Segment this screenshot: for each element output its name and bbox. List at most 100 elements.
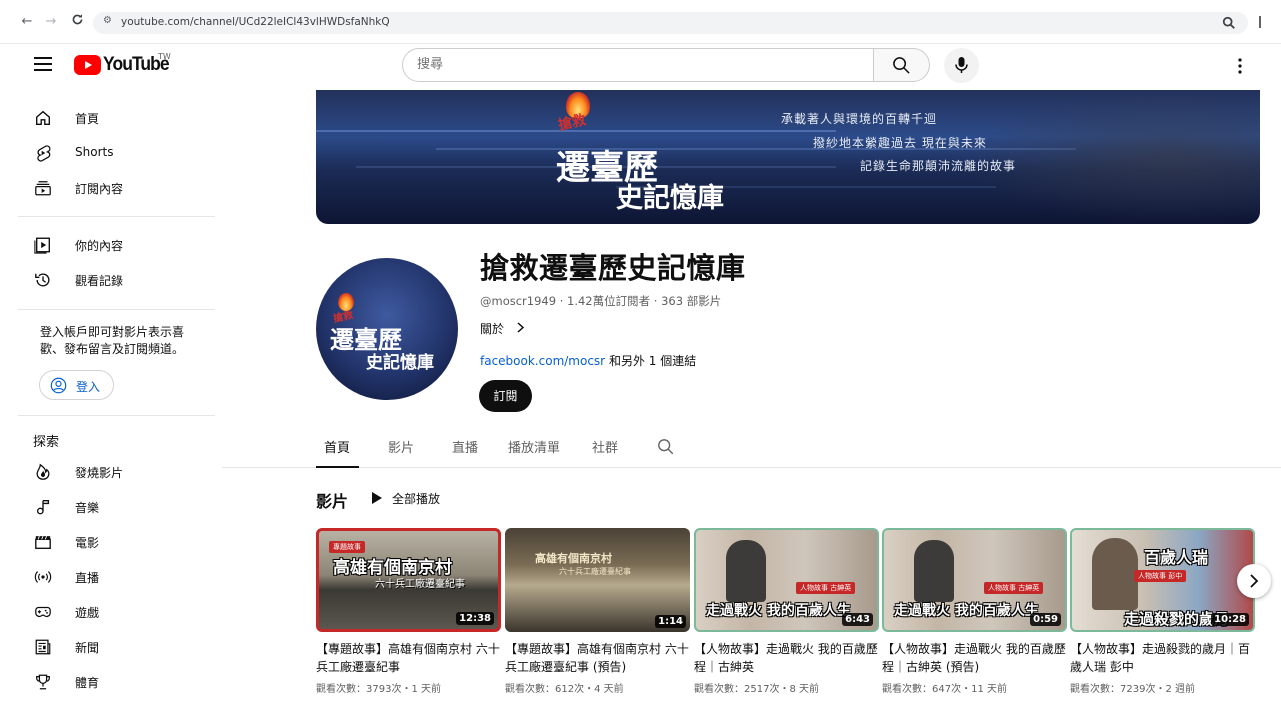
video-title[interactable]: 【人物故事】走過殺戮的歲月｜百歲人瑞 彭中 <box>1070 640 1255 676</box>
channel-banner: 搶救 遷臺歷 史記憶庫 承載著人與環境的百轉千迴 撥紗地本縈趣過去 現在與未來 … <box>316 90 1260 224</box>
forward-icon[interactable]: → <box>42 13 60 31</box>
video-duration: 10:28 <box>1211 613 1249 626</box>
sidebar-item-movies[interactable]: 電影 <box>0 527 222 557</box>
video-card[interactable]: 高雄有個南京村 六十兵工廠遷臺紀事 1:14 【專題故事】高雄有個南京村 六十兵… <box>505 528 690 695</box>
sidebar-item-history[interactable]: 觀看記錄 <box>0 265 222 295</box>
tab-community[interactable]: 社群 <box>592 437 618 456</box>
live-icon <box>34 571 52 583</box>
video-card[interactable]: 人物故事 古紳英 走過戰火 我的百歲人生 0:59 【人物故事】走過戰火 我的百… <box>882 528 1067 695</box>
video-meta: 觀看次數：612次・4 天前 <box>505 684 624 695</box>
video-duration: 0:59 <box>1030 613 1061 626</box>
video-card[interactable]: 人物故事 古紳英 走過戰火 我的百歲人生 6:43 【人物故事】走過戰火 我的百… <box>694 528 879 695</box>
signin-prompt: 登入帳戶即可對影片表示喜歡、發布留言及訂閱頻道。 <box>40 325 185 356</box>
sidebar-item-sports[interactable]: 體育 <box>0 667 222 697</box>
sports-icon <box>36 674 50 690</box>
shorts-icon <box>37 145 51 162</box>
reload-icon[interactable] <box>68 13 86 31</box>
video-card[interactable]: 人物故事 彭中 百歲人瑞 走過殺戮的歲月 10:28 【人物故事】走過殺戮的歲月… <box>1070 528 1255 695</box>
thumb-tag: 人物故事 古紳英 <box>984 582 1044 594</box>
active-tab-indicator <box>316 466 359 468</box>
chevron-right-icon <box>516 322 525 336</box>
gaming-icon <box>35 606 51 618</box>
video-title[interactable]: 【人物故事】走過戰火 我的百歲歷程｜古紳英 (預告) <box>882 640 1067 676</box>
search-box[interactable] <box>402 48 874 82</box>
sidebar-item-shorts[interactable]: Shorts <box>0 138 222 168</box>
shelf-next-button[interactable] <box>1237 564 1271 598</box>
banner-slogan-1: 承載著人與環境的百轉千迴 <box>781 112 938 126</box>
video-duration: 12:38 <box>456 612 494 625</box>
tab-videos[interactable]: 影片 <box>388 437 414 456</box>
sidebar-divider <box>18 309 215 310</box>
video-meta: 觀看次數：2517次・8 天前 <box>694 684 819 695</box>
video-title[interactable]: 【人物故事】走過戰火 我的百歲歷程｜古紳英 <box>694 640 879 676</box>
address-bar[interactable]: ⚙ youtube.com/channel/UCd22leICl43vlHWDs… <box>93 12 1248 34</box>
guide-menu-icon[interactable] <box>34 57 52 71</box>
sidebar-item-trending[interactable]: 發燒影片 <box>0 457 222 487</box>
video-meta: 觀看次數：7239次・2 週前 <box>1070 684 1195 695</box>
sidebar-item-gaming[interactable]: 遊戲 <box>0 597 222 627</box>
signin-button[interactable]: 登入 <box>39 370 114 400</box>
sidebar-divider <box>18 415 215 416</box>
search-icon <box>893 57 910 74</box>
sidebar-item-music[interactable]: 音樂 <box>0 492 222 522</box>
youtube-play-icon <box>74 55 101 75</box>
thumb-tag: 人物故事 古紳英 <box>796 582 856 594</box>
video-thumbnail[interactable]: 人物故事 彭中 百歲人瑞 走過殺戮的歲月 10:28 <box>1070 528 1255 632</box>
search-button[interactable] <box>873 48 930 82</box>
facebook-link[interactable]: facebook.com/mocsr <box>480 354 605 368</box>
sidebar-item-news[interactable]: 新聞 <box>0 632 222 662</box>
thumb-portrait <box>1092 538 1138 610</box>
back-icon[interactable]: ← <box>18 13 36 31</box>
video-thumbnail[interactable]: 人物故事 古紳英 走過戰火 我的百歲人生 6:43 <box>694 528 879 632</box>
more-links[interactable]: 和另外 1 個連結 <box>609 354 696 368</box>
channel-links: facebook.com/mocsr 和另外 1 個連結 <box>480 352 696 369</box>
play-all-button[interactable]: 全部播放 <box>372 490 440 507</box>
settings-menu-icon[interactable] <box>1232 56 1248 76</box>
about-label: 關於 <box>480 322 505 336</box>
avatar-title-line2: 史記憶庫 <box>366 353 434 373</box>
tab-home[interactable]: 首頁 <box>324 437 350 456</box>
video-thumbnail[interactable]: 人物故事 古紳英 走過戰火 我的百歲人生 0:59 <box>882 528 1067 632</box>
logo-region-code: TW <box>158 52 171 61</box>
video-thumbnail[interactable]: 高雄有個南京村 六十兵工廠遷臺紀事 1:14 <box>505 528 690 632</box>
trending-icon <box>36 463 50 480</box>
thumb-caption: 走過戰火 我的百歲人生 <box>894 603 1039 619</box>
signin-label: 登入 <box>76 380 101 394</box>
sidebar-item-label: 音樂 <box>75 501 100 515</box>
video-card[interactable]: 專題故事 高雄有個南京村 六十兵工廠遷臺紀事 12:38 【專題故事】高雄有個南… <box>316 528 501 695</box>
subscribe-button[interactable]: 訂閱 <box>479 380 532 412</box>
sidebar-item-label: 電影 <box>75 536 100 550</box>
site-settings-icon[interactable]: ⚙ <box>103 15 112 26</box>
sidebar-item-label: 新聞 <box>75 641 100 655</box>
history-icon <box>35 273 50 287</box>
search-input[interactable] <box>417 57 857 72</box>
video-title[interactable]: 【專題故事】高雄有個南京村 六十兵工廠遷臺紀事 (預告) <box>505 640 690 676</box>
sidebar-item-label: 體育 <box>75 676 100 690</box>
channel-meta: @moscr1949 · 1.42萬位訂閱者 · 363 部影片 <box>480 294 722 308</box>
sidebar-item-live[interactable]: 直播 <box>0 562 222 592</box>
sidebar-item-label: 你的內容 <box>75 239 124 253</box>
video-meta: 觀看次數：3793次・1 天前 <box>316 684 441 695</box>
sidebar-item-subscriptions[interactable]: 訂閱內容 <box>0 173 222 203</box>
tab-live[interactable]: 直播 <box>452 437 478 456</box>
channel-about-link[interactable]: 關於 <box>480 320 525 337</box>
video-thumbnail[interactable]: 專題故事 高雄有個南京村 六十兵工廠遷臺紀事 12:38 <box>316 528 501 632</box>
music-icon <box>36 500 50 515</box>
video-title[interactable]: 【專題故事】高雄有個南京村 六十兵工廠遷臺紀事 <box>316 640 501 676</box>
video-meta: 觀看次數：647次・11 天前 <box>882 684 1007 695</box>
tab-playlists[interactable]: 播放清單 <box>508 437 560 456</box>
sidebar-item-your-content[interactable]: 你的內容 <box>0 230 222 260</box>
zoom-icon[interactable] <box>1222 16 1236 30</box>
shelf-title: 影片 <box>316 492 349 511</box>
chevron-right-icon <box>1250 574 1259 588</box>
thumb-subcaption: 六十兵工廠遷臺紀事 <box>375 579 465 590</box>
sidebar-item-label: 觀看記錄 <box>75 274 124 288</box>
sidebar-item-label: 發燒影片 <box>75 466 124 480</box>
account-icon <box>50 377 67 394</box>
banner-slogan-3: 記錄生命那顛沛流離的故事 <box>860 159 1017 173</box>
voice-search-button[interactable] <box>944 48 979 83</box>
thumb-portrait <box>914 540 954 602</box>
channel-search-icon[interactable] <box>657 438 675 456</box>
sidebar-item-home[interactable]: 首頁 <box>0 103 222 133</box>
play-icon <box>372 492 382 504</box>
